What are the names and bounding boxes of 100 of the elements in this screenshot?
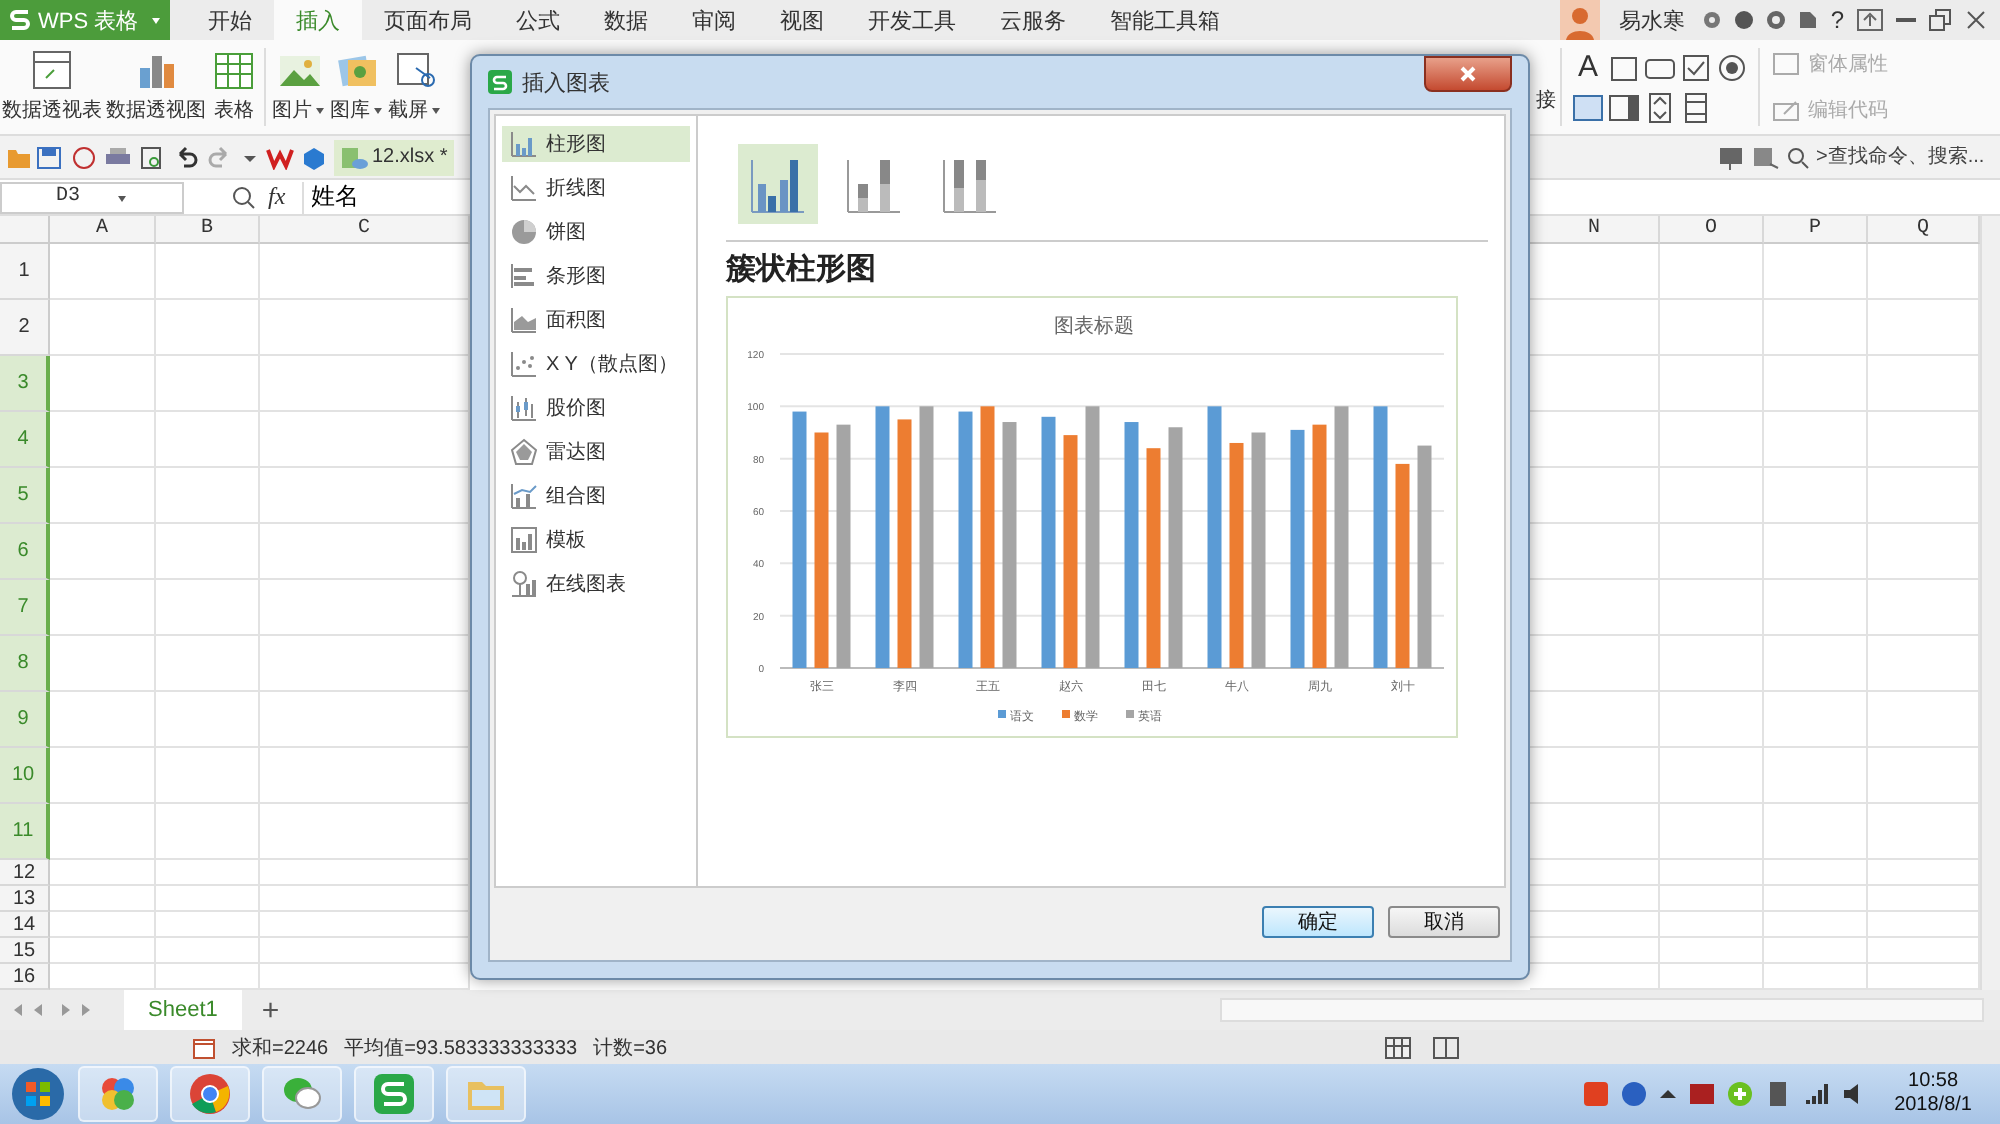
- row-header[interactable]: 1: [0, 244, 50, 300]
- menu-tab[interactable]: 插入: [274, 0, 363, 40]
- grid-cell[interactable]: [50, 580, 156, 636]
- menu-tab[interactable]: 数据: [582, 0, 671, 40]
- grid-cell[interactable]: [1660, 938, 1764, 964]
- grid-cell[interactable]: [156, 938, 260, 964]
- grid-cell[interactable]: [156, 468, 260, 524]
- grid-cell[interactable]: [156, 912, 260, 938]
- menu-tab[interactable]: 视图: [758, 0, 847, 40]
- user-name[interactable]: 易水寒: [1612, 5, 1691, 35]
- chart-type-item[interactable]: 柱形图: [502, 126, 690, 162]
- search-field[interactable]: >查找命令、搜索...: [1816, 146, 2000, 168]
- grid-cell[interactable]: [156, 244, 260, 300]
- grid-cell[interactable]: [50, 748, 156, 804]
- grid-cell[interactable]: [1660, 412, 1764, 468]
- grid-cell[interactable]: [156, 886, 260, 912]
- grid-cell[interactable]: [1764, 244, 1868, 300]
- menu-tab[interactable]: 开始: [186, 0, 275, 40]
- grid-cell[interactable]: [1660, 636, 1764, 692]
- help-button[interactable]: ?: [1830, 6, 1844, 34]
- dialog-button[interactable]: 取消: [1388, 906, 1500, 938]
- grid-cell[interactable]: [50, 356, 156, 412]
- column-header[interactable]: A: [50, 216, 156, 244]
- grid-cell[interactable]: [1660, 804, 1764, 860]
- menu-tab[interactable]: 页面布局: [362, 0, 495, 40]
- menu-tab[interactable]: 审阅: [670, 0, 759, 40]
- chart-type-item[interactable]: 组合图: [502, 478, 690, 514]
- menu-tab[interactable]: 公式: [494, 0, 583, 40]
- select-all-corner[interactable]: [0, 216, 50, 244]
- grid-cell[interactable]: [156, 356, 260, 412]
- grid-cell[interactable]: [1764, 692, 1868, 748]
- column-header[interactable]: B: [156, 216, 260, 244]
- grid-cell[interactable]: [50, 468, 156, 524]
- ribbon-button[interactable]: 截屏: [386, 40, 444, 134]
- grid-cell[interactable]: [1764, 860, 1868, 886]
- dialog-button[interactable]: 确定: [1262, 906, 1374, 938]
- grid-cell[interactable]: [1764, 912, 1868, 938]
- grid-cell[interactable]: [50, 412, 156, 468]
- chart-type-item[interactable]: 模板: [502, 522, 690, 558]
- grid-cell[interactable]: [1660, 748, 1764, 804]
- grid-cell[interactable]: [1660, 580, 1764, 636]
- grid-cell[interactable]: [1660, 692, 1764, 748]
- grid-cell[interactable]: [156, 748, 260, 804]
- column-header[interactable]: C: [260, 216, 470, 244]
- grid-cell[interactable]: [156, 804, 260, 860]
- grid-cell[interactable]: [50, 636, 156, 692]
- add-sheet-button[interactable]: +: [253, 993, 288, 1027]
- grid-cell[interactable]: [156, 300, 260, 356]
- row-header[interactable]: 16: [0, 964, 50, 990]
- grid-cell[interactable]: [1764, 356, 1868, 412]
- chart-type-item[interactable]: 条形图: [502, 258, 690, 294]
- grid-cell[interactable]: [1660, 860, 1764, 886]
- menu-tab[interactable]: 开发工具: [846, 0, 979, 40]
- grid-cell[interactable]: [1764, 300, 1868, 356]
- grid-cell[interactable]: [1764, 636, 1868, 692]
- function-button[interactable]: fx: [268, 182, 286, 212]
- row-header[interactable]: 15: [0, 938, 50, 964]
- ribbon-button[interactable]: 图库: [328, 40, 386, 134]
- name-box[interactable]: D3: [0, 181, 184, 213]
- grid-cell[interactable]: [50, 912, 156, 938]
- chart-type-item[interactable]: 在线图表: [502, 566, 690, 602]
- grid-cell[interactable]: [50, 860, 156, 886]
- chart-type-item[interactable]: 股价图: [502, 390, 690, 426]
- grid-cell[interactable]: [50, 524, 156, 580]
- row-header[interactable]: 10: [0, 748, 50, 804]
- horizontal-scrollbar[interactable]: [1220, 998, 1984, 1022]
- grid-cell[interactable]: [50, 244, 156, 300]
- ribbon-button[interactable]: 图片: [270, 40, 328, 134]
- grid-cell[interactable]: [1764, 804, 1868, 860]
- grid-cell[interactable]: [1660, 468, 1764, 524]
- grid-cell[interactable]: [156, 524, 260, 580]
- grid-cell[interactable]: [50, 692, 156, 748]
- taskbar-app[interactable]: [262, 1066, 342, 1122]
- grid-cell[interactable]: [1764, 886, 1868, 912]
- row-header[interactable]: 12: [0, 860, 50, 886]
- chart-subtype-option[interactable]: [738, 144, 818, 224]
- grid-cell[interactable]: [1660, 244, 1764, 300]
- chart-type-item[interactable]: 饼图: [502, 214, 690, 250]
- row-header[interactable]: 2: [0, 300, 50, 356]
- grid-cell[interactable]: [1764, 580, 1868, 636]
- file-tab[interactable]: 12.xlsx *: [334, 139, 454, 175]
- grid-cell[interactable]: [1764, 748, 1868, 804]
- menu-tab[interactable]: 智能工具箱: [1088, 0, 1243, 40]
- grid-cell[interactable]: [156, 692, 260, 748]
- clock-date[interactable]: 2018/8/1: [1894, 1094, 1972, 1118]
- grid-cell[interactable]: [1764, 938, 1868, 964]
- grid-cell[interactable]: [1660, 886, 1764, 912]
- grid-cell[interactable]: [1660, 300, 1764, 356]
- grid-cell[interactable]: [156, 860, 260, 886]
- chart-type-item[interactable]: 面积图: [502, 302, 690, 338]
- column-header[interactable]: N: [1530, 216, 1660, 244]
- clock-time[interactable]: 10:58: [1908, 1070, 1959, 1094]
- vertical-scrollbar[interactable]: [1980, 216, 2000, 990]
- close-button[interactable]: [1424, 56, 1512, 92]
- grid-cell[interactable]: [50, 300, 156, 356]
- sheet-tab[interactable]: Sheet1: [124, 990, 242, 1030]
- grid-cell[interactable]: [50, 804, 156, 860]
- menu-tab[interactable]: 云服务: [978, 0, 1089, 40]
- label-control-icon[interactable]: A: [1572, 52, 1604, 84]
- taskbar-app[interactable]: [354, 1066, 434, 1122]
